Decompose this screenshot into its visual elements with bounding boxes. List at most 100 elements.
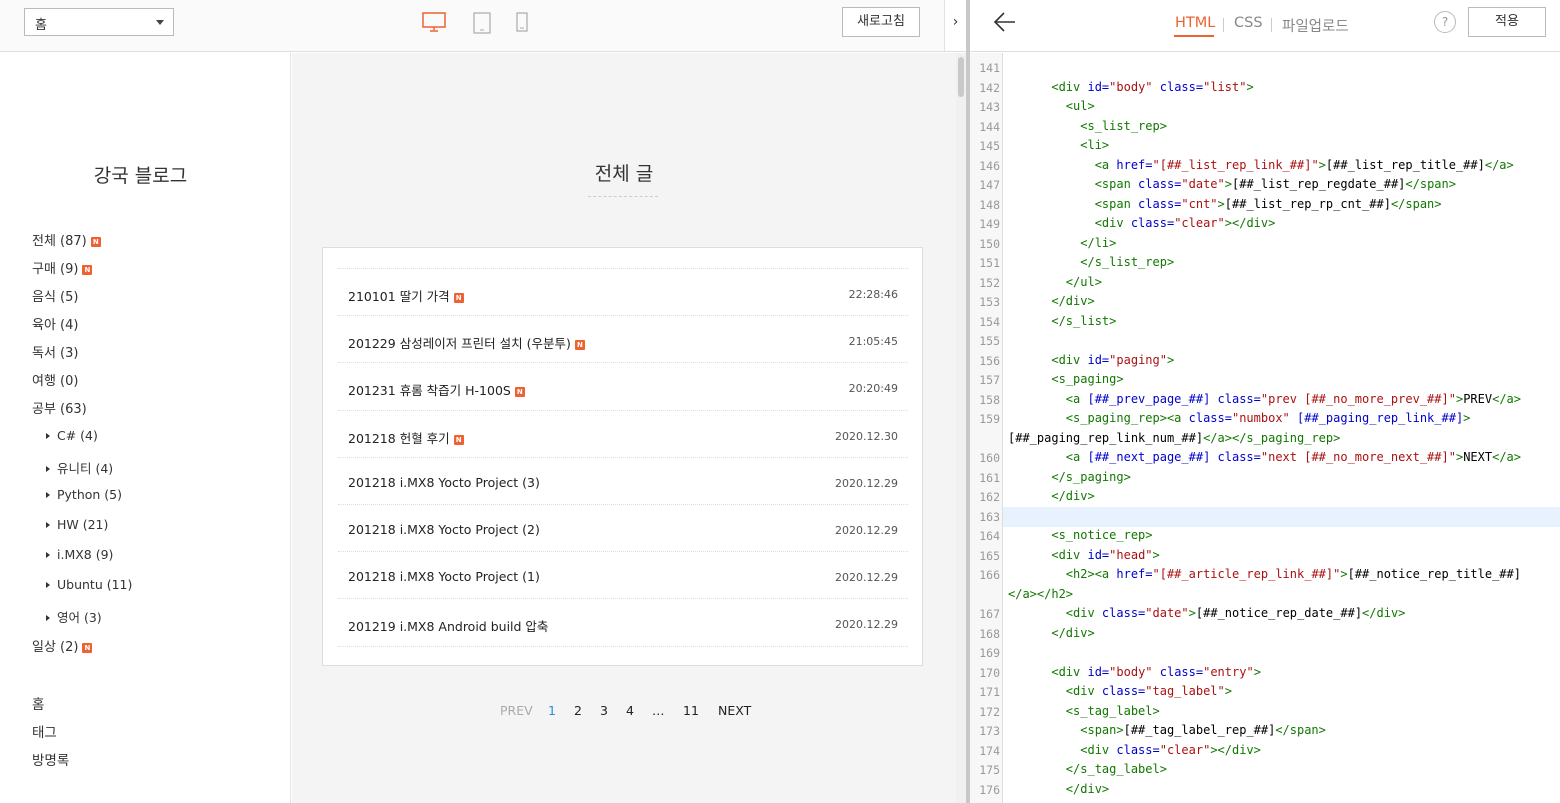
line-number: 148 <box>979 197 1000 212</box>
code-token: ></div> <box>1210 742 1261 757</box>
preview-scroll-thumb[interactable] <box>958 57 964 97</box>
help-icon[interactable]: ? <box>1434 11 1456 33</box>
post-row[interactable]: 201218 i.MX8 Yocto Project (2) 2020.12.29 <box>338 504 908 551</box>
category-label: Python (5) <box>57 487 123 503</box>
code-line: <div id="head"> <box>1008 548 1159 562</box>
tab-html[interactable]: HTML <box>1175 15 1215 31</box>
post-title[interactable]: 201219 i.MX8 Android build 압축 <box>348 616 548 635</box>
post-row[interactable]: 201218 헌혈 후기 N 2020.12.30 <box>338 409 908 457</box>
category-item[interactable]: 공부 (63) <box>32 398 87 417</box>
code-line: <ul> <box>1008 99 1095 113</box>
triangle-right-icon <box>46 614 50 621</box>
line-number: 154 <box>979 314 1000 329</box>
line-number: 166 <box>979 568 1000 582</box>
code-token: > <box>1340 567 1348 581</box>
page-select[interactable]: 홈 <box>24 8 174 36</box>
post-title[interactable]: 201218 i.MX8 Yocto Project (1) <box>348 569 540 584</box>
category-item[interactable]: i.MX8 (9) <box>46 547 113 562</box>
code-token: href= <box>1116 157 1153 172</box>
category-item[interactable]: C# (4) <box>46 428 98 443</box>
line-number: 143 <box>979 100 1000 114</box>
code-editor[interactable]: 141 142 <div id="body" class="list"> 143 <… <box>970 53 1560 803</box>
preview-scrollbar[interactable] <box>956 53 966 803</box>
post-row[interactable]: 201218 i.MX8 Yocto Project (1) 2020.12.29 <box>338 551 908 598</box>
code-line: <s_paging> <box>1008 372 1123 386</box>
line-number: 170 <box>979 665 1000 680</box>
triangle-right-icon <box>46 581 50 588</box>
category-item[interactable]: 유니티 (4) <box>46 458 113 477</box>
tab-separator <box>1223 18 1224 32</box>
category-label: Ubuntu (11) <box>57 576 133 592</box>
nav-link-2[interactable]: 방명록 <box>32 749 69 769</box>
code-line: </s_list_rep> <box>1008 255 1174 269</box>
line-number: 174 <box>979 743 1000 758</box>
post-row[interactable]: 201231 휴롬 착즙기 H-100S N 20:20:49 <box>338 362 908 409</box>
list-divider <box>338 646 908 647</box>
desktop-icon[interactable] <box>422 12 446 32</box>
blog-title[interactable]: 강국 블로그 <box>0 161 281 188</box>
category-item[interactable]: 영어 (3) <box>46 607 102 626</box>
category-item[interactable]: 구매 (9) N <box>32 258 93 277</box>
paging-page[interactable]: 1 <box>548 703 556 718</box>
line-number: 172 <box>979 704 1000 719</box>
editor-toolbar: HTML CSS 파일업로드 ? 적용 <box>970 0 1560 52</box>
code-token: [##_tag_label_rep_##] <box>1123 723 1276 737</box>
category-item[interactable]: 음식 (5) <box>32 286 78 305</box>
post-title-text: 201218 헌혈 후기 <box>348 430 450 446</box>
category-item[interactable]: 독서 (3) <box>32 342 78 361</box>
line-number: 162 <box>979 490 1000 504</box>
tablet-icon[interactable] <box>473 12 491 34</box>
post-title[interactable]: 201231 휴롬 착즙기 H-100S N <box>348 380 525 399</box>
category-item[interactable]: 전체 (87) N <box>32 230 101 249</box>
apply-button[interactable]: 적용 <box>1468 7 1546 37</box>
post-row[interactable]: 201229 삼성레이저 프린터 설치 (우분투) N 21:05:45 <box>338 315 908 362</box>
code-token: </span> <box>1275 723 1326 737</box>
post-title[interactable]: 201218 i.MX8 Yocto Project (3) <box>348 475 540 490</box>
nav-link-0[interactable]: 홈 <box>32 693 44 713</box>
category-label: 전체 (87) <box>32 234 87 249</box>
category-item[interactable]: Python (5) <box>46 487 122 502</box>
code-token: <s_list_rep> <box>1008 118 1167 133</box>
paging-page[interactable]: 4 <box>626 703 634 718</box>
code-token: <s_notice_rep> <box>1008 528 1153 542</box>
code-line: <span>[##_tag_label_rep_##]</span> <box>1008 723 1326 737</box>
post-date: 2020.12.29 <box>835 571 898 585</box>
code-token: "body" <box>1109 79 1153 94</box>
paging-page[interactable]: 11 <box>683 703 699 718</box>
tab-css[interactable]: CSS <box>1234 15 1263 31</box>
paging-page[interactable]: 3 <box>600 703 608 718</box>
category-item[interactable]: 육아 (4) <box>32 314 78 333</box>
post-row[interactable]: 201218 i.MX8 Yocto Project (3) 2020.12.29 <box>338 456 908 504</box>
post-title[interactable]: 201229 삼성레이저 프린터 설치 (우분투) N <box>348 333 585 352</box>
code-token: "prev [##_no_more_prev_##]" <box>1260 391 1456 406</box>
code-token: > <box>1318 157 1326 172</box>
new-badge-icon: N <box>453 434 464 445</box>
post-title-text: 201219 i.MX8 Android build 압축 <box>348 619 549 635</box>
post-title[interactable]: 201218 헌혈 후기 N <box>348 428 464 447</box>
post-title-text: 201229 삼성레이저 프린터 설치 (우분투) <box>348 336 571 352</box>
category-label: 공부 (63) <box>32 402 87 417</box>
post-title[interactable]: 210101 딸기 가격 N <box>348 286 464 305</box>
category-item[interactable]: 일상 (2) N <box>32 636 93 655</box>
code-token: [##_prev_page_##] class= <box>1087 391 1261 406</box>
nav-link-1[interactable]: 태그 <box>32 721 57 741</box>
collapse-preview-button[interactable]: › <box>944 0 966 52</box>
paging-next[interactable]: NEXT <box>718 703 751 718</box>
post-row[interactable]: 210101 딸기 가격 N 22:28:46 <box>338 268 908 315</box>
code-token: "entry" <box>1203 664 1254 679</box>
category-item[interactable]: 여행 (0) <box>32 370 78 389</box>
back-arrow-icon[interactable] <box>992 10 1018 34</box>
refresh-button[interactable]: 새로고침 <box>842 7 920 37</box>
code-token: <s_tag_label> <box>1008 703 1160 718</box>
line-number: 163 <box>979 509 1000 524</box>
post-row[interactable]: 201219 i.MX8 Android build 압축 2020.12.29 <box>338 598 908 645</box>
category-item[interactable]: HW (21) <box>46 517 108 532</box>
line-number: 171 <box>979 685 1000 699</box>
code-line: <a [##_next_page_##] class="next [##_no_… <box>1008 450 1521 464</box>
mobile-icon[interactable] <box>516 12 528 32</box>
post-title[interactable]: 201218 i.MX8 Yocto Project (2) <box>348 522 540 537</box>
tab-file-upload[interactable]: 파일업로드 <box>1282 15 1349 36</box>
code-token: class= <box>1152 79 1204 94</box>
paging-page[interactable]: 2 <box>574 703 582 718</box>
category-item[interactable]: Ubuntu (11) <box>46 577 132 592</box>
